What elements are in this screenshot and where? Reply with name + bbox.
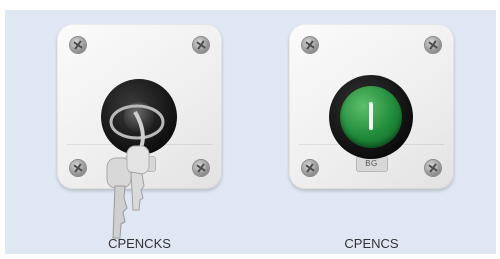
screw-icon bbox=[425, 160, 441, 176]
screw-icon bbox=[70, 160, 86, 176]
screw-icon bbox=[193, 37, 209, 53]
product-caption: CPENCS bbox=[344, 236, 399, 251]
screw-icon bbox=[425, 37, 441, 53]
enclosure-box: BG bbox=[289, 24, 454, 189]
product-panel: BG CPENCKS BG CPENCS bbox=[5, 10, 496, 254]
product-caption: CPENCKS bbox=[108, 236, 171, 251]
screw-icon bbox=[302, 37, 318, 53]
screw-icon bbox=[193, 160, 209, 176]
key-icon bbox=[106, 104, 165, 239]
enclosure-box: BG bbox=[57, 24, 222, 239]
screw-icon bbox=[302, 160, 318, 176]
product-cpencs[interactable]: BG CPENCS bbox=[289, 24, 454, 251]
product-cpencks[interactable]: BG CPENCKS bbox=[57, 24, 222, 251]
screw-icon bbox=[70, 37, 86, 53]
start-mark-icon bbox=[369, 102, 373, 130]
